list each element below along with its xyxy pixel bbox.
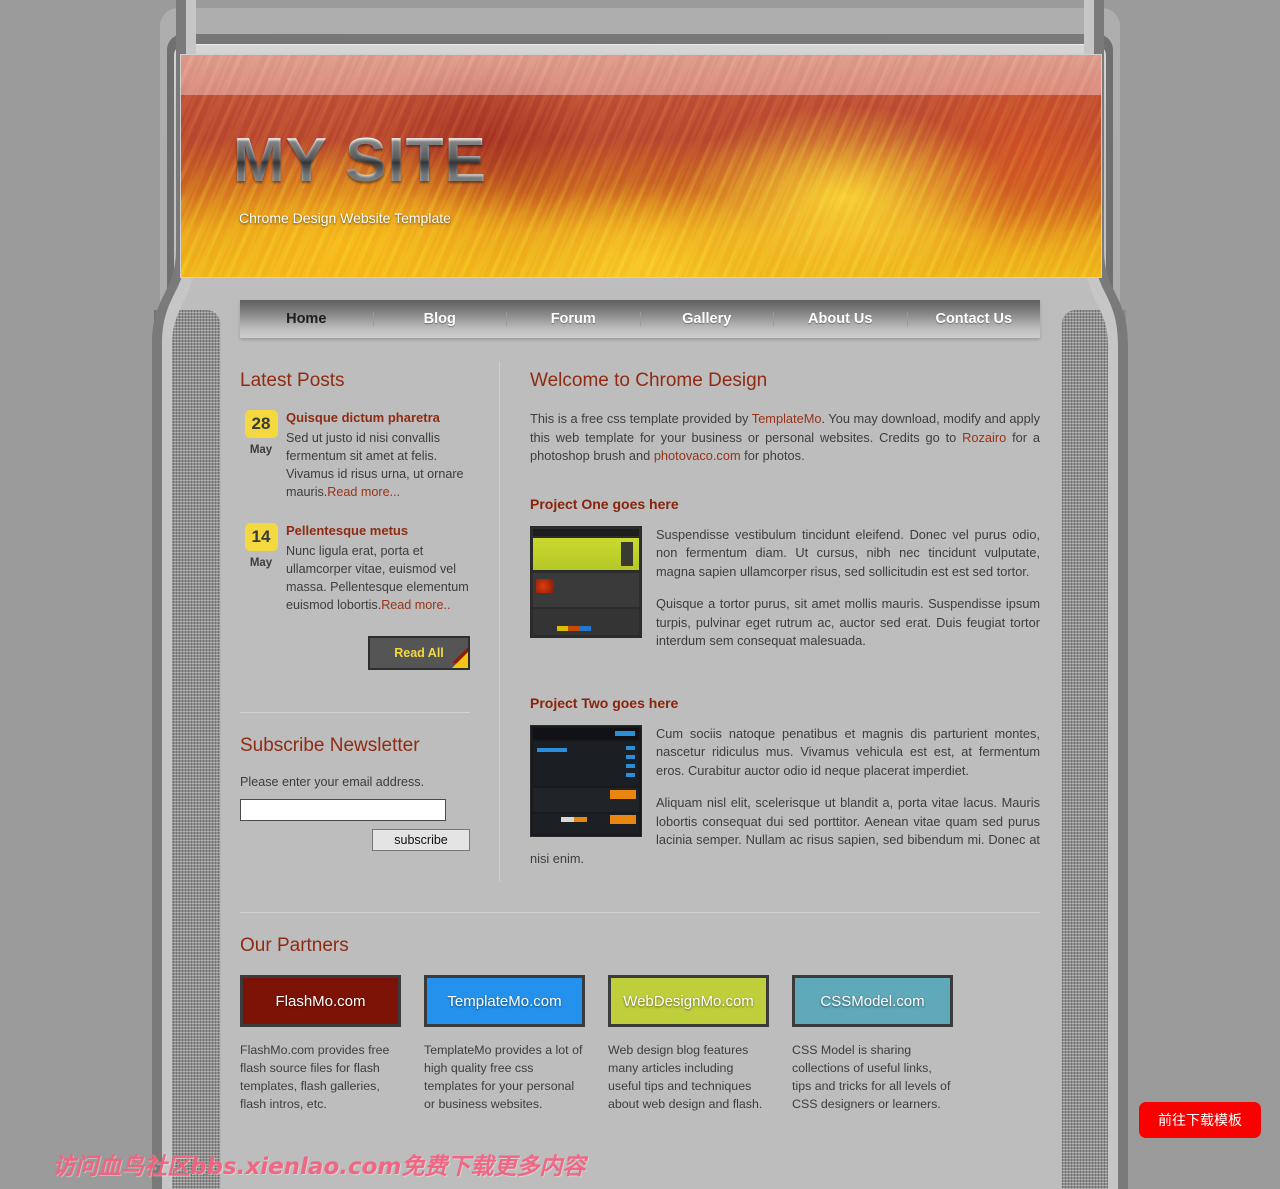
chrome-mesh-panel-left — [163, 310, 221, 1189]
welcome-heading: Welcome to Chrome Design — [530, 370, 768, 391]
nav-item-about-us[interactable]: About Us — [774, 312, 908, 327]
post-text: Sed ut justo id nisi convallis fermentum… — [286, 429, 470, 501]
post-body: Pellentesque metus Nunc ligula erat, port… — [282, 523, 470, 614]
post-month: May — [249, 557, 273, 569]
email-input[interactable] — [240, 799, 446, 821]
partner-card: CSSModel.com CSS Model is sharing collect… — [792, 975, 953, 1113]
site-banner: MY SITE MY SITE Chrome Design Website Te… — [180, 54, 1102, 278]
watermark-text: 访问血鸟社区bbs.xienlao.com免费下载更多内容 — [52, 1154, 586, 1180]
partner-card: WebDesignMo.com Web design blog features … — [608, 975, 769, 1113]
chrome-mesh-panel-right — [1061, 310, 1119, 1189]
banner-top-wash — [181, 55, 1101, 95]
project-two-row: Cum sociis natoque penatibus et magnis d… — [530, 724, 1040, 883]
chrome-rail-shadow-left — [154, 310, 163, 1189]
rozairo-link[interactable]: Rozairo — [962, 430, 1006, 445]
main-column: Welcome to Chrome Design This is a free … — [500, 348, 1040, 882]
project-two-heading: Project Two goes here — [530, 694, 679, 711]
nav-item-blog[interactable]: Blog — [374, 312, 507, 327]
main-navigation: Home Blog Forum Gallery About Us Contact Us — [240, 300, 1040, 338]
sidebar-divider — [240, 712, 470, 713]
project-one-row: Suspendisse vestibulum tincidunt eleifen… — [530, 525, 1040, 665]
project-one-heading: Project One goes here — [530, 495, 679, 512]
partner-description: CSS Model is sharing collections of usef… — [792, 1043, 951, 1111]
partner-card: TemplateMo.com TemplateMo provides a lot … — [424, 975, 585, 1113]
nav-item-forum[interactable]: Forum — [507, 312, 641, 327]
read-all-button[interactable]: Read All — [368, 636, 470, 670]
post-read-more-link[interactable]: Read more.. — [381, 598, 450, 612]
post-day: 14 — [244, 523, 278, 551]
intro-text-1: This is a free css template provided by — [530, 411, 752, 426]
post-title[interactable]: Quisque dictum pharetra — [286, 410, 470, 425]
partner-card: FlashMo.com FlashMo.com provides free fla… — [240, 975, 401, 1113]
post-month: May — [249, 444, 273, 456]
partners-divider — [240, 912, 1040, 913]
intro-paragraph: This is a free css template provided by … — [530, 410, 1040, 466]
partners-list: FlashMo.com FlashMo.com provides free fla… — [240, 975, 1040, 1113]
nav-item-home[interactable]: Home — [240, 312, 374, 327]
read-all-wrap: Read All — [240, 636, 470, 670]
content-area: Latest Posts 28 May Quisque dictum pharetr… — [240, 348, 1040, 1113]
post-read-more-link[interactable]: Read more... — [327, 485, 400, 499]
download-template-button[interactable]: 前往下载模板 — [1139, 1102, 1261, 1138]
post-title[interactable]: Pellentesque metus — [286, 523, 470, 538]
partner-description: FlashMo.com provides free flash source f… — [240, 1043, 390, 1111]
nav-item-gallery[interactable]: Gallery — [641, 312, 774, 327]
partner-banner[interactable]: TemplateMo.com — [424, 975, 585, 1027]
subscribe-button-wrap: subscribe — [240, 829, 470, 851]
post-body: Quisque dictum pharetra Sed ut justo id n… — [282, 410, 470, 501]
partner-banner[interactable]: WebDesignMo.com — [608, 975, 769, 1027]
nav-item-contact-us[interactable]: Contact Us — [908, 312, 1041, 327]
post-item: 28 May Quisque dictum pharetra Sed ut justo… — [240, 410, 470, 501]
project-two-thumbnail — [530, 724, 642, 837]
templatemo-link[interactable]: TemplateMo — [752, 411, 822, 426]
post-day: 28 — [244, 410, 278, 438]
partner-banner[interactable]: CSSModel.com — [792, 975, 953, 1027]
sidebar: Latest Posts 28 May Quisque dictum pharetr… — [240, 348, 499, 882]
partner-banner[interactable]: FlashMo.com — [240, 975, 401, 1027]
chrome-rail-shadow-right — [1117, 310, 1126, 1189]
partner-description: TemplateMo provides a lot of high qualit… — [424, 1043, 583, 1111]
partner-name: TemplateMo.com — [447, 992, 562, 1010]
partner-name: WebDesignMo.com — [623, 992, 754, 1010]
partner-name: FlashMo.com — [275, 992, 366, 1010]
latest-posts-list: 28 May Quisque dictum pharetra Sed ut justo… — [240, 410, 470, 614]
site-title: MY SITE — [233, 126, 487, 195]
newsletter-heading: Subscribe Newsletter — [240, 735, 420, 756]
partners-heading: Our Partners — [240, 935, 349, 956]
site-subtitle: Chrome Design Website Template — [239, 210, 451, 226]
photovaco-link[interactable]: photovaco.com — [654, 448, 741, 463]
newsletter-note: Please enter your email address. — [240, 775, 425, 789]
latest-posts-heading: Latest Posts — [240, 370, 345, 391]
project-one-thumbnail — [530, 525, 642, 638]
post-date: 28 May — [240, 410, 282, 501]
post-text: Nunc ligula erat, porta et ullamcorper v… — [286, 542, 470, 614]
post-item: 14 May Pellentesque metus Nunc ligula erat,… — [240, 523, 470, 614]
subscribe-button[interactable]: subscribe — [372, 829, 470, 851]
post-date: 14 May — [240, 523, 282, 614]
partner-name: CSSModel.com — [820, 992, 925, 1010]
partner-description: Web design blog features many articles i… — [608, 1043, 763, 1111]
intro-text-4: for photos. — [740, 448, 805, 463]
